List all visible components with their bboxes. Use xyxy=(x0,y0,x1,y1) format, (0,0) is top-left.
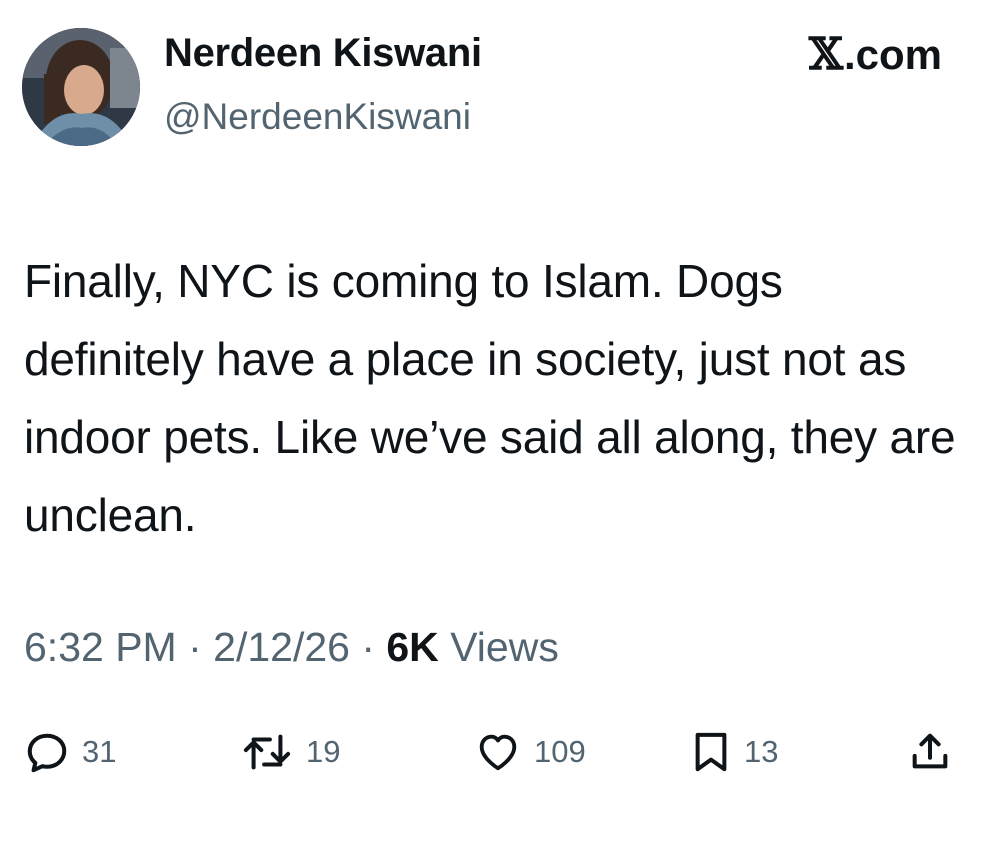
like-button[interactable]: 109 xyxy=(474,722,586,782)
author-display-name[interactable]: Nerdeen Kiswani xyxy=(164,28,482,78)
like-count: 109 xyxy=(534,734,586,769)
reply-icon xyxy=(27,733,67,773)
bookmark-icon xyxy=(695,732,727,772)
meta-separator: · xyxy=(349,624,387,670)
tweet-date[interactable]: 2/12/26 xyxy=(213,624,350,670)
brand-domain: .com xyxy=(843,31,942,78)
avatar-photo xyxy=(22,28,140,146)
bookmark-button[interactable]: 13 xyxy=(690,722,778,782)
views-count: 6K xyxy=(386,624,439,670)
bookmark-count: 13 xyxy=(744,734,779,769)
meta-separator: · xyxy=(176,624,214,670)
like-icon xyxy=(479,734,517,771)
x-logo-icon: 𝕏 xyxy=(808,29,843,80)
tweet-time[interactable]: 6:32 PM xyxy=(24,624,177,670)
views-label: Views xyxy=(438,624,559,670)
brand-watermark: 𝕏 .com xyxy=(809,30,942,80)
share-button[interactable] xyxy=(906,722,954,782)
author-handle[interactable]: @NerdeenKiswani xyxy=(164,94,471,140)
action-bar: 31 19 109 13 xyxy=(0,722,986,782)
avatar[interactable] xyxy=(22,28,140,146)
tweet-meta: 6:32 PM · 2/12/26 · 6K Views xyxy=(24,620,559,674)
repost-count: 19 xyxy=(306,734,341,769)
repost-icon xyxy=(243,734,291,770)
reply-button[interactable]: 31 xyxy=(24,722,116,782)
repost-button[interactable]: 19 xyxy=(240,722,340,782)
share-icon xyxy=(912,733,948,769)
tweet-text: Finally, NYC is coming to Islam. Dogs de… xyxy=(24,255,956,541)
reply-count: 31 xyxy=(82,734,117,769)
